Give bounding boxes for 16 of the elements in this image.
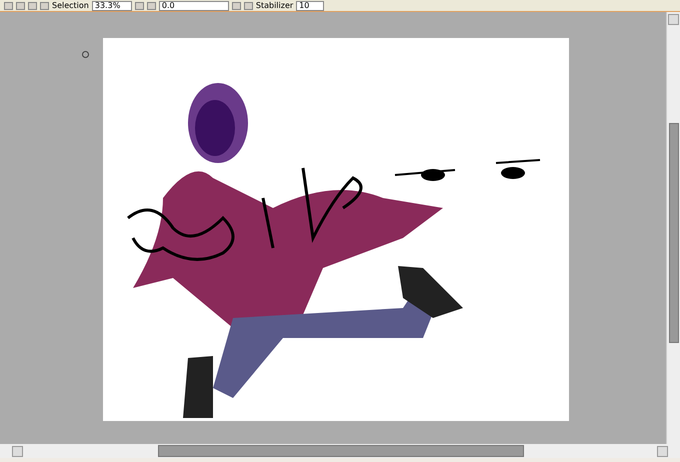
vertical-scrollbar[interactable] <box>666 12 680 444</box>
scroll-right-button[interactable] <box>657 446 668 456</box>
drawing-canvas[interactable] <box>103 38 569 421</box>
zoom-in-button[interactable] <box>146 2 156 10</box>
scrollbar-thumb[interactable] <box>668 123 678 343</box>
scroll-left-button[interactable] <box>12 446 23 456</box>
rotation-field[interactable]: 0.0 <box>158 0 229 10</box>
horizontal-scrollbar[interactable] <box>0 444 680 458</box>
selection-label: Selection <box>52 1 89 10</box>
zoom-field[interactable]: 33.3% <box>92 0 132 10</box>
stabilizer-label: Stabilizer <box>256 1 294 10</box>
brush-cursor-icon <box>82 51 89 58</box>
scroll-up-button[interactable] <box>668 14 679 25</box>
stabilizer-field[interactable]: 10 <box>296 0 324 10</box>
scrollbar-thumb[interactable] <box>158 445 524 457</box>
zoom-out-button[interactable] <box>134 2 144 10</box>
